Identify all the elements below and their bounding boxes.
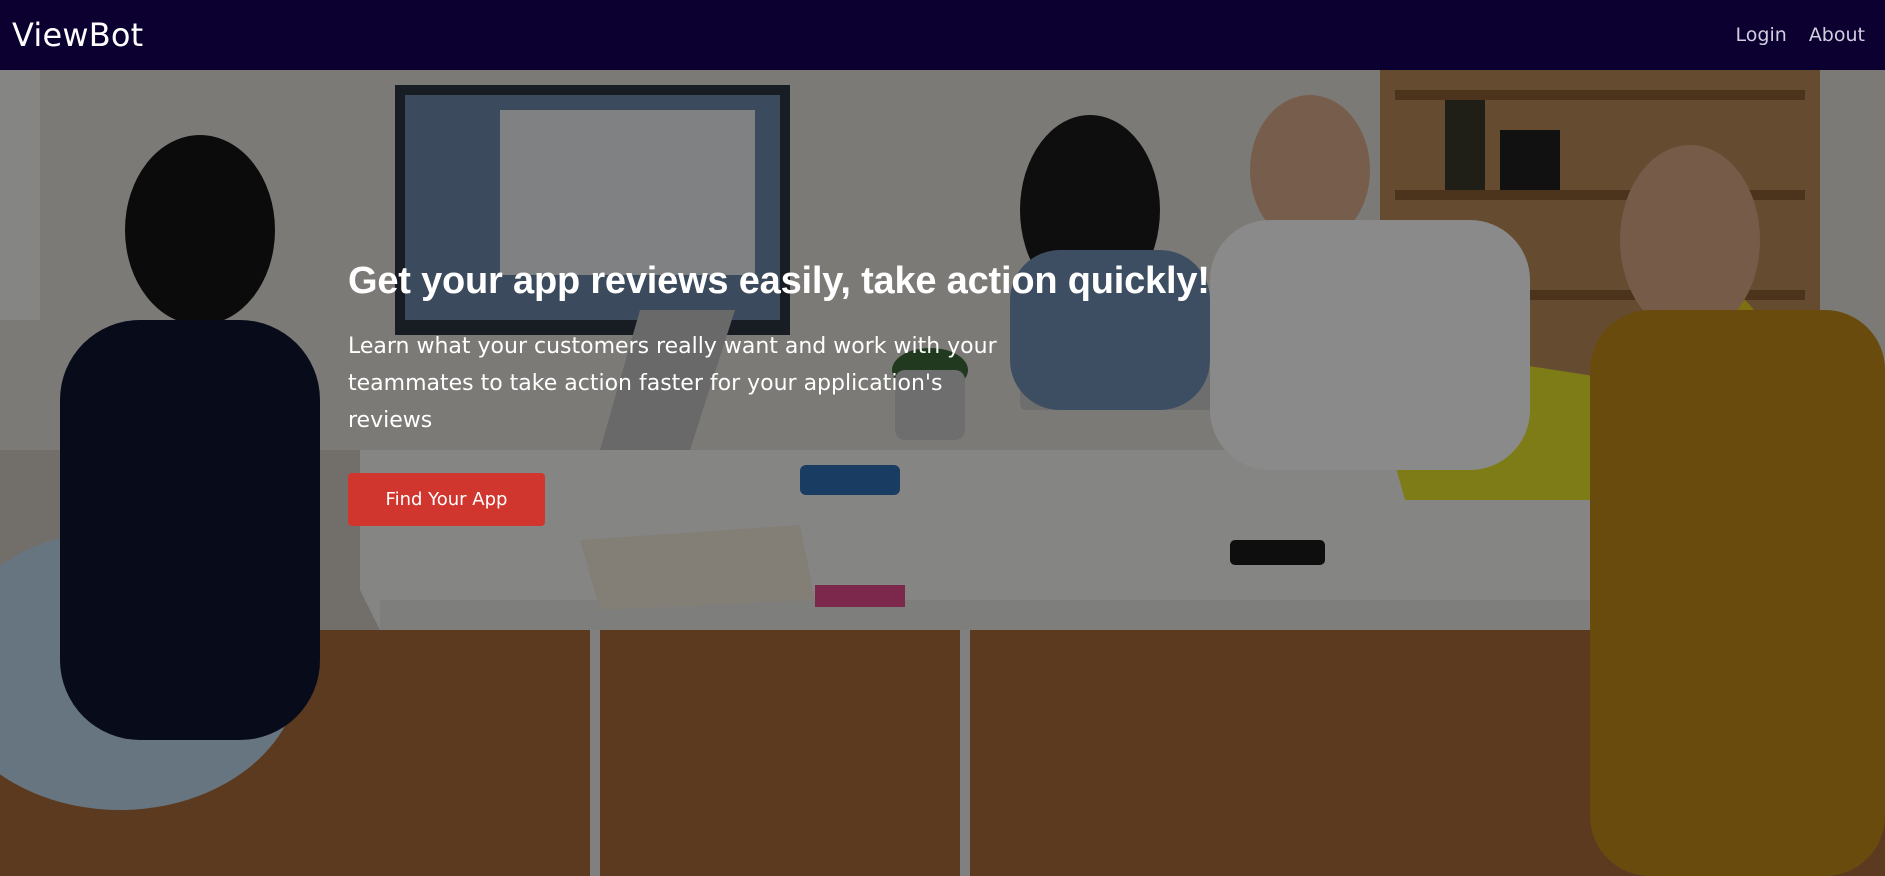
top-navbar: ViewBot Login About xyxy=(0,0,1885,70)
brand-logo-link[interactable]: ViewBot xyxy=(12,16,143,54)
find-your-app-button[interactable]: Find Your App xyxy=(348,473,545,526)
hero-subtitle: Learn what your customers really want an… xyxy=(348,334,997,433)
hero-content: Get your app reviews easily, take action… xyxy=(348,258,1248,526)
hero-section: Get your app reviews easily, take action… xyxy=(0,70,1885,876)
nav-links: Login About xyxy=(1736,24,1865,46)
nav-link-about[interactable]: About xyxy=(1809,24,1865,46)
hero-title: Get your app reviews easily, take action… xyxy=(348,260,1210,302)
nav-link-login[interactable]: Login xyxy=(1736,24,1787,46)
